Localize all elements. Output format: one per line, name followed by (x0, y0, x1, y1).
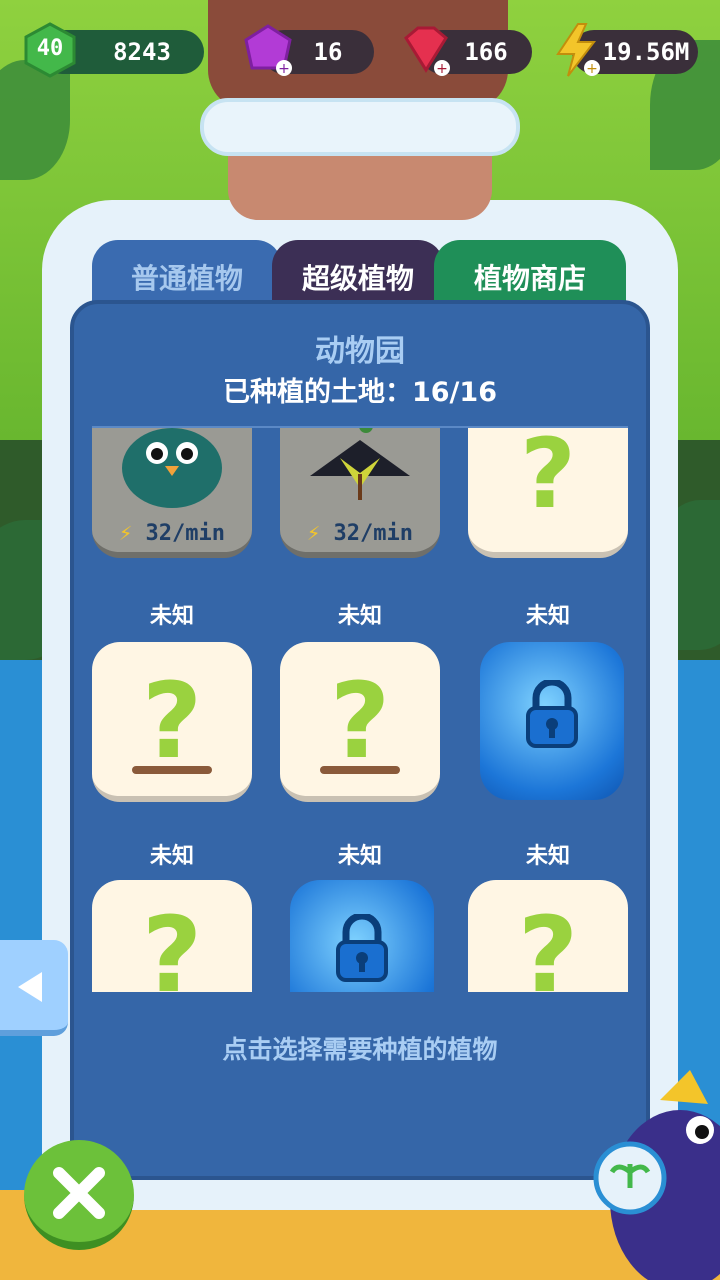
red-gem-value: 166 (464, 38, 508, 66)
question-mark-sprout-icon: ? (141, 660, 203, 782)
red-gem-plus-icon[interactable]: + (398, 22, 454, 78)
svg-text:+: + (586, 61, 598, 77)
zone-title: 动物园 (315, 334, 405, 369)
question-mark-sprout-icon: ? (520, 428, 576, 530)
jar-neck-inner (228, 150, 492, 220)
close-button[interactable] (24, 1140, 134, 1250)
slot-caption: 未知 (337, 844, 382, 869)
energy-value: 19.56M (602, 38, 690, 66)
rate-value: 32/min (333, 521, 413, 546)
svg-text:+: + (436, 61, 448, 77)
lock-icon (526, 680, 578, 748)
purple-gem-plus-icon[interactable]: + (240, 22, 296, 78)
unknown-plant-slot[interactable]: ? (280, 642, 440, 802)
jar-neck-rim (200, 98, 520, 156)
xp-value: 8243 (113, 38, 171, 66)
question-mark-sprout-icon: ? (329, 660, 391, 782)
planted-count: 已种植的土地：16/16 (222, 377, 497, 408)
unknown-plant-slot[interactable]: ? (468, 880, 628, 992)
level-number: 40 (36, 36, 64, 61)
plant-grid: ⚡ 32/min ⚡ 32/min ? 未知 未知 未知 ? ? 未知 未知 未… (92, 428, 628, 992)
locked-plant-slot[interactable] (480, 642, 624, 800)
purple-gem-value: 16 (313, 38, 343, 66)
slot-caption: 未知 (525, 844, 570, 869)
unknown-plant-slot[interactable]: ? (92, 642, 252, 802)
instruction-hint: 点击选择需要种植的植物 (222, 1035, 498, 1064)
svg-text:+: + (278, 61, 290, 77)
slot-caption: 未知 (337, 604, 382, 629)
previous-page-button[interactable] (0, 940, 68, 1036)
mascot-creature (593, 1070, 720, 1280)
plant-slot[interactable]: ⚡ 32/min (92, 428, 252, 558)
lightning-icon: ⚡ (119, 521, 133, 546)
arrow-left-icon (18, 972, 42, 1002)
unknown-plant-slot[interactable]: ? (468, 428, 628, 558)
slot-caption: 未知 (149, 604, 194, 629)
dark-flower-plant-icon (310, 428, 410, 500)
unknown-plant-slot[interactable]: ? (92, 880, 252, 992)
question-mark-sprout-icon: ? (517, 894, 579, 992)
production-rate: ⚡ 32/min (280, 521, 440, 546)
close-icon (53, 1167, 105, 1219)
rate-value: 32/min (145, 521, 225, 546)
plant-slot[interactable]: ⚡ 32/min (280, 428, 440, 558)
locked-plant-slot[interactable] (290, 880, 434, 992)
slot-caption: 未知 (149, 844, 194, 869)
lock-icon (336, 914, 388, 982)
production-rate: ⚡ 32/min (92, 521, 252, 546)
question-mark-sprout-icon: ? (141, 894, 203, 992)
soil-mound (132, 766, 212, 774)
lightning-plus-icon[interactable]: + (548, 22, 604, 78)
soil-mound (320, 766, 400, 774)
lightning-icon: ⚡ (307, 521, 321, 546)
green-penguin-plant-icon (122, 428, 222, 508)
slot-caption: 未知 (525, 604, 570, 629)
